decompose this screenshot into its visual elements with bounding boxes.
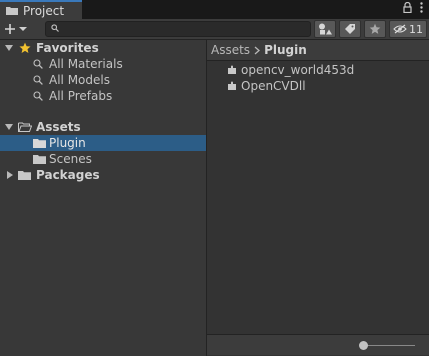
collapse-arrow-icon[interactable]	[6, 171, 14, 179]
asset-item[interactable]: opencv_world453d	[207, 62, 429, 78]
zoom-slider[interactable]	[363, 345, 415, 346]
dropdown-arrow-icon	[19, 27, 27, 31]
tab-project[interactable]: Project	[0, 0, 82, 19]
create-asset-button[interactable]	[4, 21, 34, 37]
toggle-hidden-packages-button[interactable]: 11	[389, 20, 427, 38]
expand-arrow-icon[interactable]	[5, 123, 13, 131]
asset-name: OpenCVDll	[241, 79, 306, 93]
asset-name: opencv_world453d	[241, 63, 355, 77]
folder-icon	[33, 155, 46, 164]
search-by-type-button[interactable]	[314, 20, 336, 38]
plugin-icon	[228, 81, 236, 90]
tree-item-scenes[interactable]: Scenes	[0, 151, 206, 167]
tree-label: All Prefabs	[49, 89, 113, 103]
folder-icon	[6, 7, 18, 15]
hidden-packages-icon	[393, 24, 407, 34]
tab-bar: Project	[0, 0, 429, 19]
tree-item-all-models[interactable]: All Models	[0, 72, 206, 88]
tree-label: Packages	[36, 168, 100, 182]
browser-footer	[207, 334, 429, 355]
search-icon	[33, 75, 43, 85]
tree-item-all-prefabs[interactable]: All Prefabs	[0, 88, 206, 104]
tree-label: All Materials	[49, 57, 123, 71]
save-search-favorite-button[interactable]	[364, 20, 386, 38]
asset-item[interactable]: OpenCVDll	[207, 78, 429, 94]
tab-label: Project	[23, 3, 65, 18]
filter-by-type-icon	[319, 23, 332, 35]
plugin-icon	[228, 65, 236, 74]
project-window: Project 11 Favorites All Materials All M…	[0, 0, 429, 356]
filter-by-label-icon	[345, 24, 355, 34]
search-input[interactable]	[62, 22, 302, 36]
search-icon	[33, 91, 43, 101]
search-by-label-button[interactable]	[339, 20, 361, 38]
tree-packages[interactable]: Packages	[0, 167, 206, 183]
more-options-icon[interactable]	[420, 2, 423, 13]
expand-arrow-icon[interactable]	[5, 44, 13, 52]
search-icon	[33, 59, 43, 69]
tree-label: Scenes	[49, 152, 92, 166]
search-icon	[51, 24, 59, 32]
tree-label: All Models	[49, 73, 110, 87]
favorite-star-icon	[369, 23, 381, 34]
favorites-star-icon	[19, 42, 31, 53]
folder-tree-panel: Favorites All Materials All Models All P…	[0, 40, 207, 356]
breadcrumb: Assets Plugin	[207, 40, 429, 61]
chevron-right-icon	[254, 46, 261, 54]
folder-open-icon	[18, 122, 32, 132]
tree-favorites[interactable]: Favorites	[0, 40, 206, 56]
breadcrumb-assets[interactable]: Assets	[211, 43, 250, 57]
tree-item-plugin[interactable]: Plugin	[0, 135, 206, 151]
lock-icon[interactable]	[403, 2, 412, 13]
tree-label: Plugin	[49, 136, 86, 150]
tree-item-all-materials[interactable]: All Materials	[0, 56, 206, 72]
folder-icon	[18, 171, 31, 180]
plus-icon	[5, 24, 15, 34]
tree-label: Favorites	[36, 41, 99, 55]
breadcrumb-current[interactable]: Plugin	[264, 43, 307, 57]
search-field[interactable]	[45, 21, 311, 37]
tree-label: Assets	[36, 120, 81, 134]
folder-icon	[33, 139, 46, 148]
hidden-count: 11	[409, 22, 423, 36]
zoom-slider-handle[interactable]	[359, 341, 368, 350]
tree-assets[interactable]: Assets	[0, 119, 206, 135]
asset-browser-panel: Assets Plugin opencv_world453d OpenCVDll	[207, 40, 429, 356]
project-toolbar: 11	[0, 19, 429, 40]
